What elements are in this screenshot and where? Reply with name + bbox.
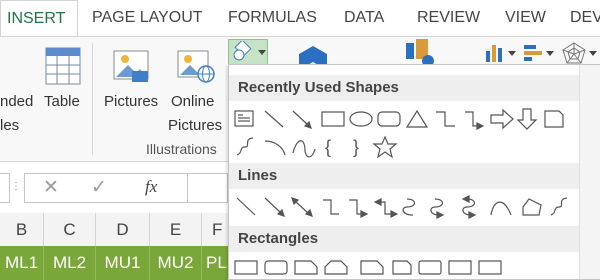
chevron-down-icon [508, 51, 516, 56]
column-header-d[interactable]: D [96, 213, 150, 246]
online-pictures-button[interactable]: Online Pictures [168, 43, 228, 135]
shapes-dropdown: Recently Used Shapes { } Lines Rectangle… [228, 64, 600, 280]
tab-view[interactable]: VIEW [505, 0, 546, 36]
recent-shapes-row-1 [234, 108, 564, 130]
recent-shapes-row-2: { } [236, 135, 398, 159]
lines-row [236, 195, 568, 219]
enter-icon[interactable]: ✓ [91, 176, 107, 199]
table-cell[interactable]: ML2 [44, 246, 96, 280]
picture-icon [113, 50, 149, 82]
tab-data[interactable]: DATA [344, 0, 384, 36]
tab-dev[interactable]: DEV [570, 0, 600, 36]
pictures-button[interactable]: Pictures [100, 43, 166, 123]
dropdown-scrollbar[interactable] [579, 65, 600, 279]
svg-text:{: { [325, 137, 331, 157]
chevron-down-icon [546, 51, 554, 56]
illustrations-group-label: Illustrations [146, 141, 217, 157]
tables-partial-label[interactable]: nded [0, 93, 33, 110]
table-cell[interactable]: ML1 [0, 246, 44, 280]
name-box[interactable] [0, 173, 10, 203]
column-chart-button[interactable] [484, 41, 520, 65]
lines-heading: Lines [229, 163, 579, 189]
tab-formulas[interactable]: FORMULAS [228, 0, 317, 36]
grip-dots-icon[interactable]: ⋮ [11, 181, 21, 192]
rectangles-heading: Rectangles [229, 226, 579, 252]
online-pictures-label-2: Pictures [168, 117, 223, 134]
column-header-e[interactable]: E [150, 213, 202, 246]
column-header-b[interactable]: B [0, 213, 44, 246]
table-cell[interactable]: MU2 [150, 246, 202, 280]
tables-partial-label-2[interactable]: les [0, 117, 19, 134]
ribbon-tab-bar: INSERT PAGE LAYOUT FORMULAS DATA REVIEW … [0, 0, 600, 36]
insert-function-icon[interactable]: fx [145, 177, 157, 197]
formula-buttons-box: ✕ ✓ fx [24, 173, 188, 203]
online-picture-icon [177, 50, 215, 83]
chevron-down-icon [589, 51, 597, 56]
svg-text:}: } [353, 137, 359, 157]
formula-input[interactable] [188, 173, 228, 203]
pictures-label: Pictures [104, 93, 159, 110]
tab-insert[interactable]: INSERT [0, 0, 78, 36]
table-button[interactable]: Table [40, 43, 88, 123]
online-pictures-label-1: Online [171, 93, 215, 110]
rectangles-row [234, 260, 502, 275]
bar-chart-icon [524, 45, 542, 61]
chevron-down-icon [258, 50, 266, 55]
table-icon [45, 47, 81, 85]
column-header-c[interactable]: C [44, 213, 96, 246]
column-chart-icon [486, 45, 502, 62]
radar-chart-icon [562, 42, 586, 64]
table-label: Table [44, 93, 80, 110]
tab-review[interactable]: REVIEW [417, 0, 480, 36]
tab-page-layout[interactable]: PAGE LAYOUT [92, 0, 203, 36]
group-separator [92, 43, 93, 155]
shapes-icon [233, 41, 252, 61]
radar-chart-button[interactable] [562, 41, 600, 65]
bar-chart-button[interactable] [522, 41, 558, 65]
cancel-icon[interactable]: ✕ [43, 176, 59, 199]
recent-shapes-heading: Recently Used Shapes [229, 75, 579, 101]
table-cell[interactable]: MU1 [96, 246, 150, 280]
screenshot-icon [406, 39, 434, 65]
shapes-button[interactable] [228, 39, 268, 65]
